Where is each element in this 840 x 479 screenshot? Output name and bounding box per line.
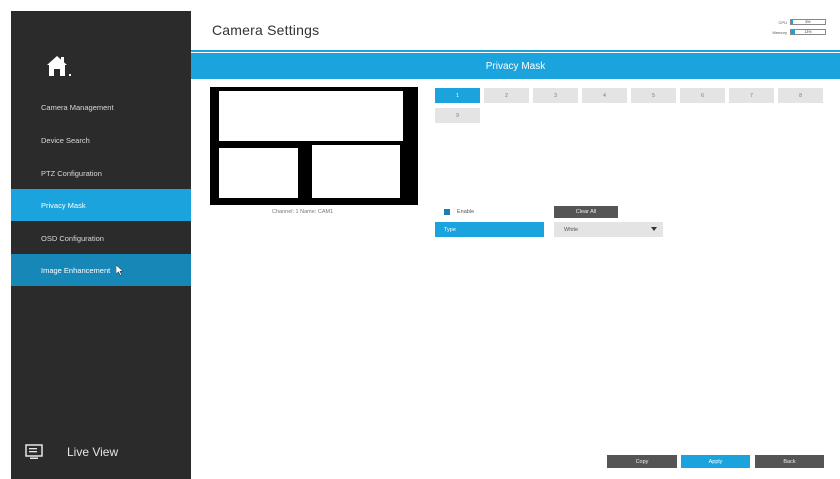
privacy-mask-area-4[interactable]	[312, 145, 400, 198]
sidebar-item-privacy-mask[interactable]: Privacy Mask	[11, 189, 191, 221]
sidebar: Camera Management Device Search PTZ Conf…	[11, 11, 191, 479]
privacy-mask-area-2[interactable]	[310, 91, 403, 141]
section-banner: Privacy Mask	[191, 53, 840, 79]
mask-tab-5[interactable]: 5	[631, 88, 676, 103]
memory-value: 13%	[804, 30, 812, 34]
mouse-cursor-icon	[116, 265, 124, 276]
memory-bar: 13%	[790, 29, 826, 35]
mask-tab-3[interactable]: 3	[533, 88, 578, 103]
sidebar-item-label: PTZ Configuration	[41, 168, 102, 178]
back-button[interactable]: Back	[755, 455, 824, 468]
preview-caption: Channel: 1 Name: CAM1	[272, 209, 334, 215]
type-select-value: White	[564, 226, 579, 233]
mask-tab-1[interactable]: 1	[435, 88, 480, 103]
page-title: Camera Settings	[212, 22, 320, 38]
sidebar-item-osd-configuration[interactable]: OSD Configuration	[11, 222, 191, 254]
mask-tab-6[interactable]: 6	[680, 88, 725, 103]
cpu-label: CPU	[778, 19, 787, 25]
memory-label: Memory	[772, 29, 787, 35]
live-view-label: Live View	[67, 445, 119, 459]
clear-all-button[interactable]: Clear All	[554, 206, 618, 218]
mask-tab-8[interactable]: 8	[778, 88, 823, 103]
mask-tab-2[interactable]: 2	[484, 88, 529, 103]
type-select[interactable]: White	[554, 222, 663, 237]
sidebar-item-device-search[interactable]: Device Search	[11, 124, 191, 156]
type-label: Type	[435, 222, 544, 237]
live-view-button[interactable]: Live View	[25, 444, 118, 460]
camera-preview[interactable]	[210, 87, 418, 205]
sidebar-item-label: Privacy Mask	[41, 200, 86, 210]
apply-button[interactable]: Apply	[681, 455, 750, 468]
dropdown-arrow-icon	[651, 227, 657, 231]
enable-checkbox[interactable]: Enable	[444, 209, 474, 215]
monitor-icon	[25, 444, 43, 459]
copy-button[interactable]: Copy	[607, 455, 677, 468]
cpu-usage: CPU 6%	[779, 19, 826, 25]
cpu-bar: 6%	[790, 19, 826, 25]
sidebar-item-label: Camera Management	[41, 102, 114, 112]
enable-label: Enable	[457, 209, 475, 215]
sidebar-item-image-enhancement[interactable]: Image Enhancement	[11, 254, 191, 286]
sidebar-item-ptz-configuration[interactable]: PTZ Configuration	[11, 157, 191, 189]
checkbox-checked-icon	[444, 209, 450, 215]
mask-tab-7[interactable]: 7	[729, 88, 774, 103]
memory-usage: Memory 13%	[773, 29, 826, 35]
mask-tab-4[interactable]: 4	[582, 88, 627, 103]
sidebar-item-label: Device Search	[41, 135, 90, 145]
sidebar-item-label: Image Enhancement	[41, 265, 111, 275]
sidebar-item-label: OSD Configuration	[41, 233, 104, 243]
mask-tab-9[interactable]: 9	[435, 108, 480, 123]
header-divider	[191, 50, 840, 52]
section-title: Privacy Mask	[485, 60, 546, 72]
privacy-mask-area-3[interactable]	[219, 148, 298, 198]
cpu-value: 6%	[805, 20, 811, 24]
privacy-mask-area-1[interactable]	[219, 91, 311, 141]
home-icon[interactable]	[44, 52, 74, 80]
sidebar-item-camera-management[interactable]: Camera Management	[11, 91, 191, 123]
